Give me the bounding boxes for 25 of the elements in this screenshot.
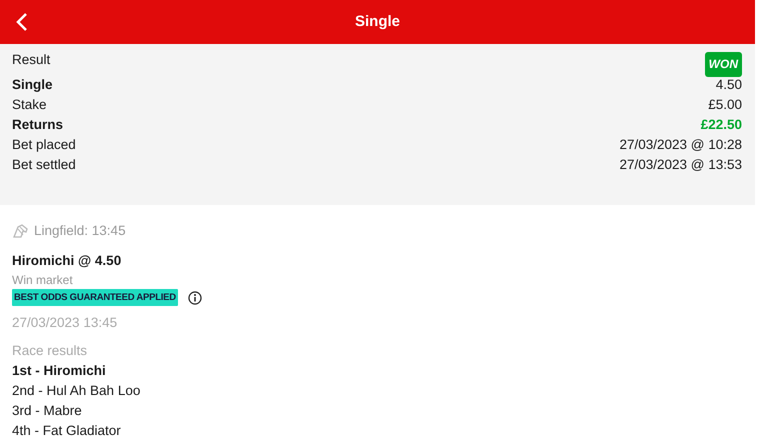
summary-label: Result: [12, 51, 50, 69]
summary-value: £5.00: [708, 96, 742, 114]
selection-name: Hiromichi @ 4.50: [12, 252, 122, 270]
result-badge: WON: [704, 52, 742, 77]
summary-label: Stake: [12, 96, 47, 114]
summary-label: Returns: [12, 116, 64, 134]
page-title: Single: [354, 12, 400, 32]
event-date: 27/03/2023 13:45: [12, 314, 118, 332]
summary-label: Bet settled: [12, 156, 76, 174]
promo-badge: BEST ODDS GUARANTEED APPLIED: [12, 289, 178, 306]
race-result: 4th - Fat Gladiator: [12, 422, 122, 440]
back-icon: [16, 12, 28, 32]
race-result: 2nd - Hul Ah Bah Loo: [12, 382, 142, 400]
summary-value: £22.50: [700, 116, 742, 134]
race-results-heading: Race results: [12, 342, 88, 360]
event-name: Lingfield: 13:45: [34, 222, 126, 240]
summary-label: Single: [12, 76, 53, 94]
summary-value: 4.50: [716, 76, 742, 94]
summary-value: 27/03/2023 @ 13:53: [619, 156, 742, 174]
race-result: 3rd - Mabre: [12, 402, 83, 420]
summary-value: 27/03/2023 @ 10:28: [619, 136, 742, 154]
info-icon[interactable]: [188, 290, 202, 304]
summary-label: Bet placed: [12, 136, 76, 154]
race-result: 1st - Hiromichi: [12, 362, 107, 380]
market-name: Win market: [12, 272, 74, 288]
